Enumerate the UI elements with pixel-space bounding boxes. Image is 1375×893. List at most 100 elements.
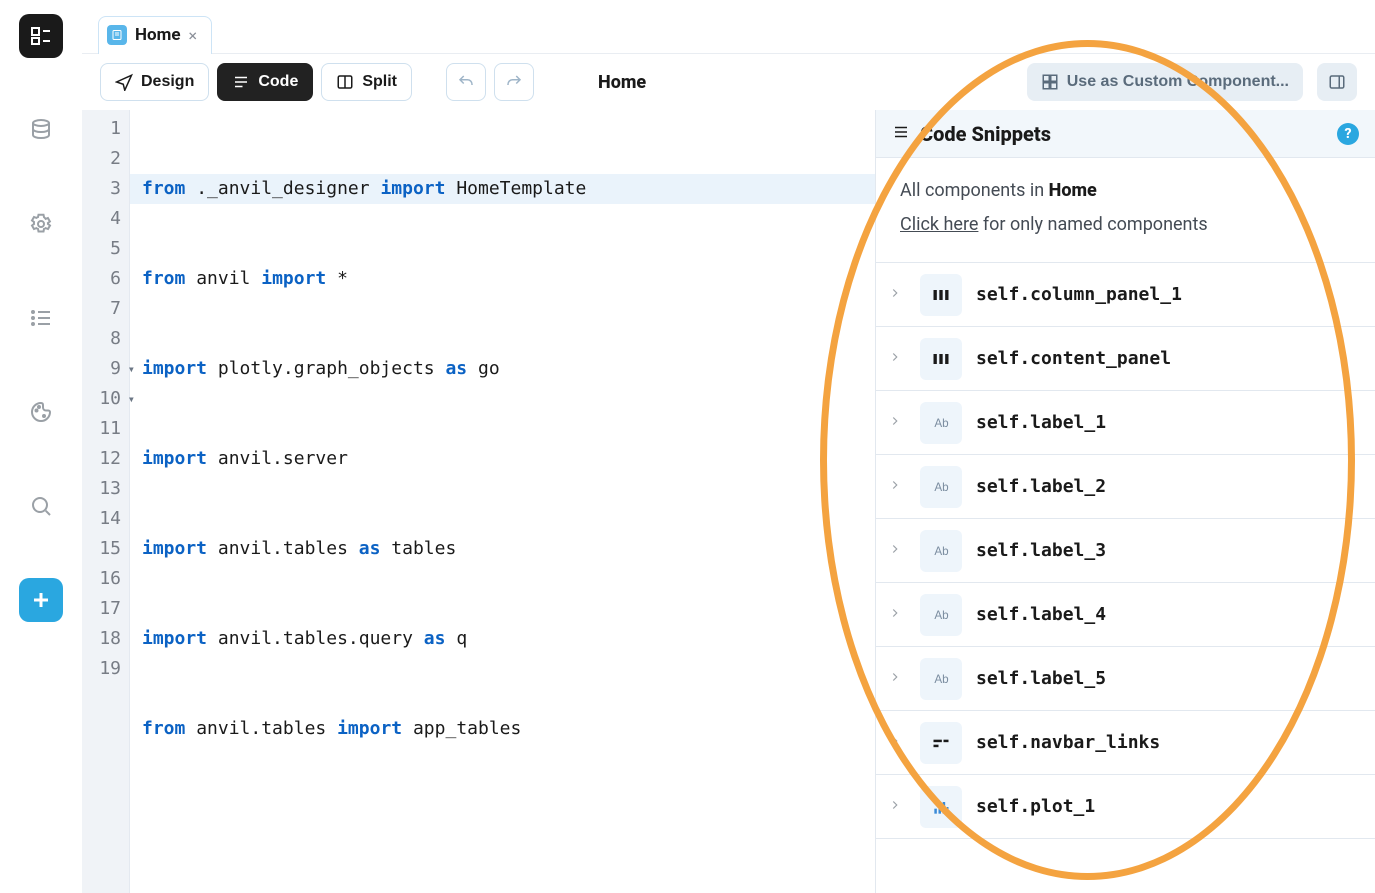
form-title: Home xyxy=(598,72,646,93)
component-type-icon xyxy=(920,722,962,764)
snippet-item[interactable]: Ab self.label_4 xyxy=(876,583,1375,647)
code-editor[interactable]: 12345678910111213141516171819 from ._anv… xyxy=(82,110,875,893)
rail-add-icon[interactable] xyxy=(19,578,63,622)
component-type-icon xyxy=(920,338,962,380)
line-number: 11 xyxy=(82,414,121,444)
snippet-item[interactable]: Ab self.label_5 xyxy=(876,647,1375,711)
chevron-right-icon xyxy=(888,413,906,432)
code-line: import plotly.graph_objects as go xyxy=(142,354,875,384)
line-number: 18 xyxy=(82,624,121,654)
chevron-right-icon xyxy=(888,477,906,496)
rail-settings-icon[interactable] xyxy=(19,202,63,246)
chevron-right-icon xyxy=(888,285,906,304)
undo-button[interactable] xyxy=(446,63,486,101)
line-number: 5 xyxy=(82,234,121,264)
rail-theme-icon[interactable] xyxy=(19,390,63,434)
rail-forms-icon[interactable] xyxy=(19,14,63,58)
chevron-right-icon xyxy=(888,733,906,752)
help-icon[interactable]: ? xyxy=(1337,123,1359,145)
code-snippets-panel: Code Snippets ? All components in Home C… xyxy=(875,110,1375,893)
panel-title: Code Snippets xyxy=(920,122,1327,146)
line-number: 17 xyxy=(82,594,121,624)
line-number: 13 xyxy=(82,474,121,504)
tab-label: Home xyxy=(135,25,181,45)
chevron-right-icon xyxy=(888,349,906,368)
line-number: 6 xyxy=(82,264,121,294)
code-button[interactable]: Code xyxy=(217,63,313,101)
chevron-right-icon xyxy=(888,797,906,816)
snippet-name: self.label_2 xyxy=(976,476,1106,497)
split-label: Split xyxy=(362,73,397,91)
component-type-icon: Ab xyxy=(920,658,962,700)
editor-gutter: 12345678910111213141516171819 xyxy=(82,110,130,893)
snippet-name: self.content_panel xyxy=(976,348,1171,369)
snippet-item[interactable]: Ab self.label_1 xyxy=(876,391,1375,455)
rail-list-icon[interactable] xyxy=(19,296,63,340)
code-line: from ._anvil_designer import HomeTemplat… xyxy=(130,174,875,204)
svg-text:Ab: Ab xyxy=(934,417,948,430)
panel-description: All components in Home Click here for on… xyxy=(876,158,1375,263)
snippet-name: self.label_3 xyxy=(976,540,1106,561)
use-custom-component-button[interactable]: Use as Custom Component... xyxy=(1027,63,1303,101)
snippet-item[interactable]: self.column_panel_1 xyxy=(876,263,1375,327)
component-type-icon: Ab xyxy=(920,466,962,508)
snippet-list: self.column_panel_1self.content_panelAbs… xyxy=(876,263,1375,893)
main-area: Home × Design Code Split xyxy=(82,0,1375,893)
snippet-item[interactable]: self.navbar_links xyxy=(876,711,1375,775)
split-button[interactable]: Split xyxy=(321,63,412,101)
snippet-name: self.label_5 xyxy=(976,668,1106,689)
snippet-item[interactable]: Ab self.label_2 xyxy=(876,455,1375,519)
code-line xyxy=(142,804,875,834)
tab-home[interactable]: Home × xyxy=(98,16,212,54)
panel-grip-icon xyxy=(892,123,910,145)
snippet-name: self.plot_1 xyxy=(976,796,1095,817)
snippet-name: self.label_1 xyxy=(976,412,1106,433)
panel-toggle-button[interactable] xyxy=(1317,63,1357,101)
chevron-right-icon xyxy=(888,669,906,688)
line-number: 3 xyxy=(82,174,121,204)
code-line: import anvil.tables as tables xyxy=(142,534,875,564)
line-number: 8 xyxy=(82,324,121,354)
snippet-name: self.column_panel_1 xyxy=(976,284,1182,305)
component-type-icon: Ab xyxy=(920,402,962,444)
code-line: from anvil.tables import app_tables xyxy=(142,714,875,744)
panel-header: Code Snippets ? xyxy=(876,110,1375,158)
code-label: Code xyxy=(258,73,298,91)
svg-text:Ab: Ab xyxy=(934,609,948,622)
snippet-item[interactable]: self.content_panel xyxy=(876,327,1375,391)
form-file-icon xyxy=(107,25,127,45)
history-group xyxy=(446,63,534,101)
rail-data-icon[interactable] xyxy=(19,108,63,152)
component-type-icon: Ab xyxy=(920,594,962,636)
line-number: 10 xyxy=(82,384,121,414)
design-label: Design xyxy=(141,73,194,91)
svg-text:Ab: Ab xyxy=(934,481,948,494)
left-rail xyxy=(0,0,82,893)
line-number: 1 xyxy=(82,114,121,144)
workspace: 12345678910111213141516171819 from ._anv… xyxy=(82,110,1375,893)
line-number: 2 xyxy=(82,144,121,174)
line-number: 19 xyxy=(82,654,121,684)
toolbar: Design Code Split Home Use as Custom Com… xyxy=(82,54,1375,110)
snippet-name: self.label_4 xyxy=(976,604,1106,625)
svg-text:Ab: Ab xyxy=(934,673,948,686)
chevron-right-icon xyxy=(888,605,906,624)
editor-code[interactable]: from ._anvil_designer import HomeTemplat… xyxy=(130,110,875,893)
chevron-right-icon xyxy=(888,541,906,560)
code-line: import anvil.tables.query as q xyxy=(142,624,875,654)
tab-close-icon[interactable]: × xyxy=(189,26,198,45)
snippet-name: self.navbar_links xyxy=(976,732,1160,753)
snippet-item[interactable]: self.plot_1 xyxy=(876,775,1375,839)
design-button[interactable]: Design xyxy=(100,63,209,101)
component-type-icon: Ab xyxy=(920,530,962,572)
line-number: 12 xyxy=(82,444,121,474)
line-number: 14 xyxy=(82,504,121,534)
click-here-link[interactable]: Click here xyxy=(900,214,978,235)
snippet-item[interactable]: Ab self.label_3 xyxy=(876,519,1375,583)
line-number: 15 xyxy=(82,534,121,564)
component-type-icon xyxy=(920,786,962,828)
redo-button[interactable] xyxy=(494,63,534,101)
tab-bar: Home × xyxy=(82,0,1375,54)
use-custom-component-label: Use as Custom Component... xyxy=(1067,73,1289,91)
rail-search-icon[interactable] xyxy=(19,484,63,528)
